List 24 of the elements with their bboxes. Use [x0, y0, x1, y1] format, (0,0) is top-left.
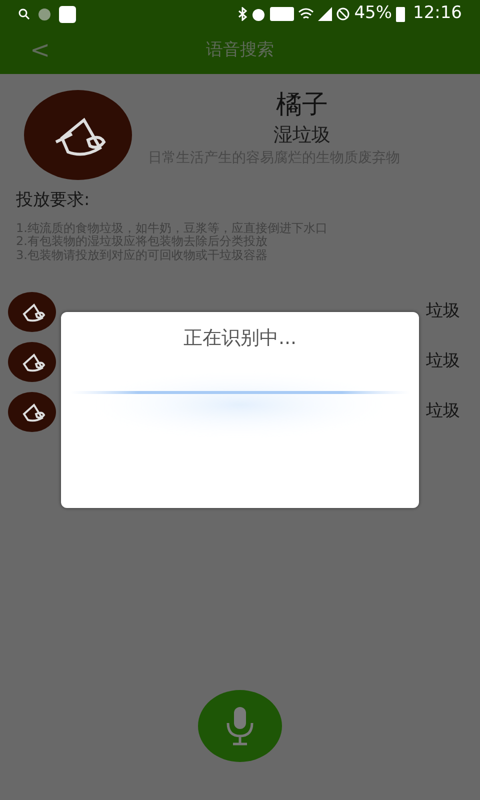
battery-level: 45%	[354, 2, 392, 26]
item-name: 橘子	[275, 90, 329, 122]
trash-logo-icon	[8, 392, 56, 432]
do-not-disturb-icon	[336, 7, 350, 21]
page-title: 语音搜索	[206, 39, 274, 62]
signal-icon	[318, 7, 332, 21]
back-button[interactable]: <	[26, 36, 54, 64]
wifi-icon	[298, 8, 314, 20]
microphone-icon	[225, 706, 255, 746]
trash-logo-icon	[24, 90, 132, 180]
trash-logo-icon	[8, 292, 56, 332]
result-category: 垃圾	[426, 300, 460, 324]
requirements-heading: 投放要求:	[16, 189, 91, 212]
clock: 12:16	[413, 2, 462, 26]
dialog-title: 正在识别中...	[182, 326, 298, 351]
result-category: 垃圾	[426, 350, 460, 374]
trash-logo-icon	[8, 342, 56, 382]
notification-square-icon	[59, 6, 76, 22]
bluetooth-icon	[238, 7, 248, 21]
search-icon	[18, 8, 30, 20]
battery-icon	[396, 6, 405, 22]
result-category: 垃圾	[426, 400, 460, 424]
item-category: 湿垃圾	[272, 123, 332, 148]
notification-dot-icon	[38, 8, 51, 20]
